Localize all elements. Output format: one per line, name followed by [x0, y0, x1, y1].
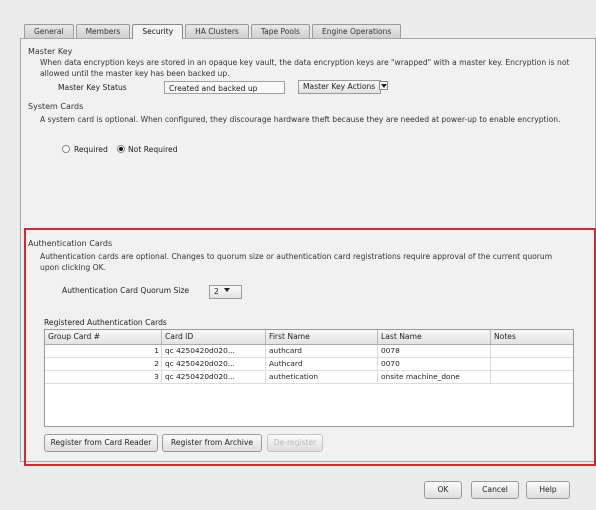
tab-security[interactable]: Security: [132, 24, 184, 39]
security-dialog: General Members Security HA Clusters Tap…: [0, 0, 596, 510]
cancel-button[interactable]: Cancel: [471, 481, 519, 499]
tab-general[interactable]: General: [24, 24, 74, 38]
not-required-radio[interactable]: [117, 145, 125, 153]
required-radio[interactable]: [62, 145, 70, 153]
required-label: Required: [74, 145, 108, 154]
master-key-title: Master Key: [28, 47, 73, 56]
chevron-down-icon: [379, 81, 389, 90]
help-button[interactable]: Help: [526, 481, 570, 499]
master-key-actions-label: Master Key Actions: [303, 82, 376, 91]
master-key-status-label: Master Key Status: [58, 83, 127, 92]
master-key-status-field: Created and backed up: [164, 81, 285, 94]
not-required-label: Not Required: [128, 145, 178, 154]
tab-members[interactable]: Members: [75, 24, 131, 38]
system-cards-description: A system card is optional. When configur…: [40, 115, 561, 124]
master-key-description: When data encryption keys are stored in …: [40, 58, 570, 78]
tab-tape-pools[interactable]: Tape Pools: [250, 24, 310, 38]
master-key-actions-menu[interactable]: Master Key Actions: [298, 80, 389, 94]
ok-button[interactable]: OK: [424, 481, 462, 499]
tab-bar: General Members Security HA Clusters Tap…: [24, 24, 403, 39]
tab-ha-clusters[interactable]: HA Clusters: [185, 24, 249, 38]
tab-engine-operations[interactable]: Engine Operations: [311, 24, 402, 38]
system-cards-title: System Cards: [28, 102, 84, 111]
highlight-frame: [24, 228, 596, 466]
